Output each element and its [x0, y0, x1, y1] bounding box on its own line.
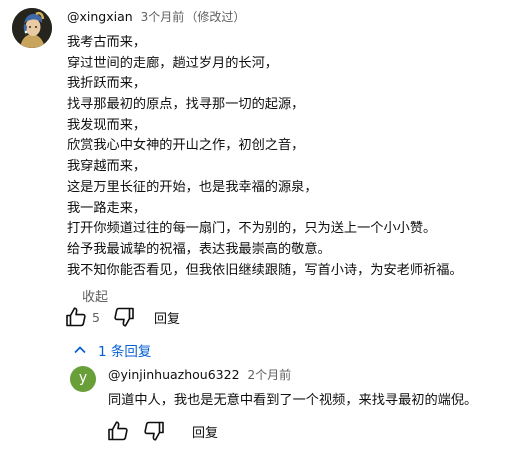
comment-line: 给予我最诚挚的祝福，表达我最崇高的敬意。: [67, 241, 331, 257]
comment-line: 这是万里长征的开始，也是我幸福的源泉，: [67, 179, 318, 195]
reply-actions: 回复: [106, 419, 218, 443]
thumb-down-icon[interactable]: [112, 305, 136, 329]
reply-button[interactable]: 回复: [154, 308, 180, 327]
comment-time[interactable]: 3个月前: [141, 10, 185, 24]
comment-actions: 5 回复: [64, 305, 180, 329]
reply-text: 同道中人，我也是无意中看到了一个视频，来找寻最初的端倪。: [108, 393, 478, 408]
comment-line: 我考古而来，: [67, 35, 147, 50]
comment-line: 我一路走来，: [67, 200, 147, 216]
thumb-down-icon[interactable]: [142, 419, 166, 443]
comment-edited: （修改过）: [185, 10, 246, 24]
reply-time[interactable]: 2个月前: [248, 368, 292, 382]
like-count: 5: [92, 309, 100, 325]
reply-header: @yinjinhuazhou6322 2个月前: [108, 366, 518, 384]
replies-count-label: 1 条回复: [98, 344, 152, 360]
comment-body: @xingxian 3个月前（修改过） 我考古而来， 穿过世间的走廊，趟过岁月的…: [67, 8, 517, 307]
reply-body: @yinjinhuazhou6322 2个月前 同道中人，我也是无意中看到了一个…: [108, 366, 518, 411]
comment-line: 我不知你能否看见，但我依旧继续跟随，写首小诗，为安老师祈福。: [67, 262, 463, 278]
replies-toggle[interactable]: 1 条回复: [72, 340, 151, 360]
comment-line: 穿过世间的走廊，趟过岁月的长河，: [67, 55, 278, 71]
reply-avatar[interactable]: y: [70, 366, 96, 392]
comment-line: 欣赏我心中女神的开山之作，初创之音，: [67, 138, 305, 154]
comment-line: 我折跃而来，: [67, 76, 147, 92]
avatar-portrait: [12, 8, 52, 48]
chevron-up-icon: [74, 346, 86, 354]
thumb-up-icon[interactable]: [106, 419, 130, 443]
comment-line: 我穿越而来，: [67, 159, 147, 175]
comment-header: @xingxian 3个月前（修改过）: [67, 8, 517, 26]
reply-author[interactable]: @yinjinhuazhou6322: [108, 367, 240, 382]
avatar[interactable]: [12, 8, 52, 48]
comment-author[interactable]: @xingxian: [67, 9, 133, 24]
comment-line: 打开你频道过往的每一扇门，不为别的，只为送上一个小小赞。: [67, 221, 437, 237]
comment-line: 我发现而来，: [67, 117, 147, 133]
comment-text: 我考古而来， 穿过世间的走廊，趟过岁月的长河， 我折跃而来， 找寻那最初的原点，…: [67, 33, 517, 281]
thumb-up-icon[interactable]: [64, 305, 88, 329]
reply-button[interactable]: 回复: [192, 422, 218, 441]
comment-line: 找寻那最初的原点，找寻那一切的起源，: [67, 97, 305, 113]
